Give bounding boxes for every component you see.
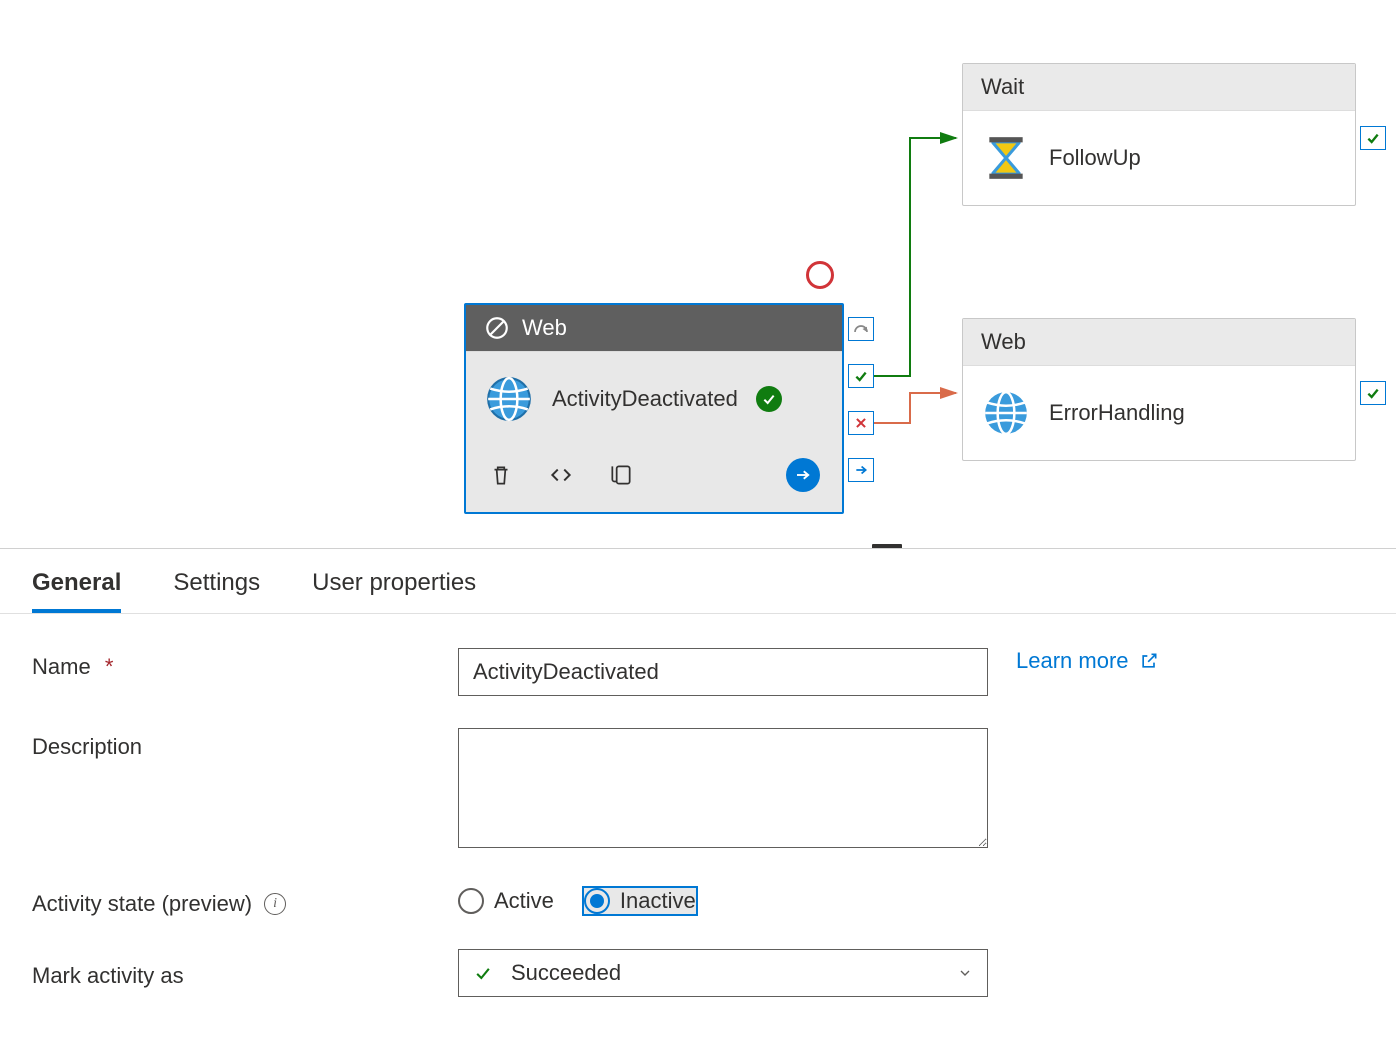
node-body: ActivityDeactivated (466, 352, 842, 446)
node-body: FollowUp (963, 111, 1355, 205)
deactivated-icon (484, 315, 510, 341)
node-name: ActivityDeactivated (552, 386, 738, 412)
breakpoint-marker[interactable] (806, 261, 834, 289)
success-port[interactable] (1360, 381, 1386, 405)
node-name: ErrorHandling (1049, 400, 1185, 426)
activity-state-radios: Active Inactive (458, 886, 698, 916)
node-body: ErrorHandling (963, 366, 1355, 460)
copy-button[interactable] (608, 462, 634, 488)
node-toolbar (466, 446, 842, 512)
failure-port[interactable] (848, 411, 874, 435)
failure-connector (874, 392, 964, 432)
node-name: FollowUp (1049, 145, 1141, 171)
success-port[interactable] (1360, 126, 1386, 150)
check-icon (473, 963, 493, 983)
expand-button[interactable] (786, 458, 820, 492)
activity-node-error[interactable]: Web ErrorHandling (962, 318, 1356, 461)
info-icon[interactable]: i (264, 893, 286, 915)
radio-active[interactable]: Active (458, 888, 554, 914)
success-connector (874, 130, 964, 380)
node-header: Web (963, 319, 1355, 366)
learn-more-link[interactable]: Learn more (1016, 648, 1159, 674)
tab-settings[interactable]: Settings (173, 569, 260, 613)
hourglass-icon (981, 133, 1031, 183)
chevron-down-icon (957, 965, 973, 981)
success-port[interactable] (848, 364, 874, 388)
activity-node-main[interactable]: Web ActivityDeactivated (464, 303, 844, 514)
tab-user-properties[interactable]: User properties (312, 569, 476, 613)
delete-button[interactable] (488, 462, 514, 488)
code-button[interactable] (546, 462, 576, 488)
activity-node-followup[interactable]: Wait FollowUp (962, 63, 1356, 206)
description-label: Description (32, 728, 458, 760)
tabs: General Settings User properties (0, 549, 1396, 614)
mark-activity-select[interactable]: Succeeded (458, 949, 988, 997)
general-form: Name * Learn more Description Activity s… (0, 614, 1396, 1031)
globe-icon (981, 388, 1031, 438)
pipeline-canvas[interactable]: Web ActivityDeactivated Wait FollowUp We… (0, 0, 1396, 548)
node-header: Wait (963, 64, 1355, 111)
node-type-label: Web (522, 315, 567, 341)
node-header: Web (466, 305, 842, 352)
check-badge-icon (756, 386, 782, 412)
globe-icon (484, 374, 534, 424)
activity-state-label: Activity state (preview) i (32, 885, 458, 917)
name-input[interactable] (458, 648, 988, 696)
undo-port[interactable] (848, 317, 874, 341)
external-link-icon (1139, 651, 1159, 671)
description-input[interactable] (458, 728, 988, 848)
properties-panel: General Settings User properties Name * … (0, 548, 1396, 1031)
name-label: Name * (32, 648, 458, 680)
mark-activity-label: Mark activity as (32, 957, 458, 989)
radio-inactive[interactable]: Inactive (582, 886, 698, 916)
completion-port[interactable] (848, 458, 874, 482)
tab-general[interactable]: General (32, 569, 121, 613)
